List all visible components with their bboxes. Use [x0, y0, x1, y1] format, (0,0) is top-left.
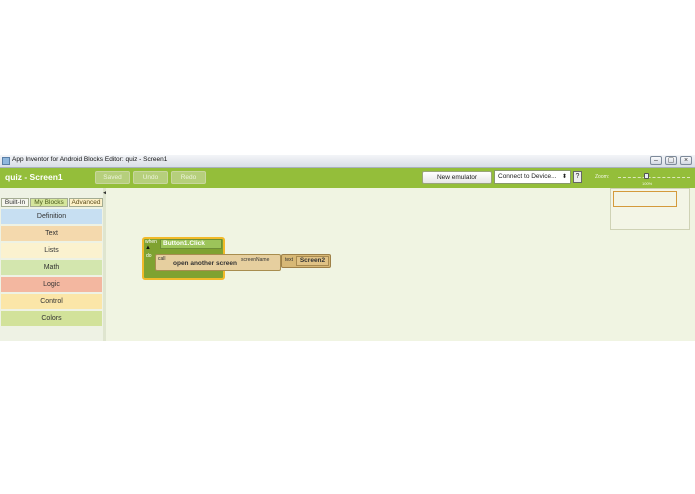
workspace-minimap[interactable]	[610, 188, 690, 230]
blocks-editor-window: App Inventor for Android Blocks Editor: …	[0, 155, 695, 341]
minimap-viewport[interactable]	[613, 191, 677, 207]
drawer-logic[interactable]: Logic	[1, 277, 102, 292]
text-value[interactable]: Screen2	[296, 256, 329, 266]
zoom-value: 100%	[642, 181, 653, 186]
call-name: open another screen	[173, 260, 237, 267]
undo-button[interactable]: Undo	[133, 171, 168, 184]
tab-advanced[interactable]: Advanced	[69, 198, 103, 207]
drawer-lists[interactable]: Lists	[1, 243, 102, 258]
event-do-label: do	[146, 253, 152, 259]
drawer-math[interactable]: Math	[1, 260, 102, 275]
window-title: App Inventor for Android Blocks Editor: …	[12, 156, 168, 163]
maximize-button[interactable]: ▢	[665, 156, 677, 165]
collapse-triangle-icon[interactable]: ▲	[145, 245, 151, 251]
project-title: quiz - Screen1	[5, 172, 63, 182]
toolbar: quiz - Screen1 Saved Undo Redo New emula…	[0, 168, 695, 188]
blocks-sidebar: Built-In My Blocks Advanced Definition T…	[0, 188, 107, 341]
chevron-updown-icon: ⬍	[561, 174, 567, 180]
close-button[interactable]: ×	[680, 156, 692, 165]
call-label: call	[158, 256, 166, 262]
app-icon	[2, 157, 10, 165]
help-button[interactable]: ?	[573, 171, 582, 183]
text-block-label: text	[285, 257, 294, 263]
redo-button[interactable]: Redo	[171, 171, 206, 184]
drawer-text[interactable]: Text	[1, 226, 102, 241]
window-titlebar: App Inventor for Android Blocks Editor: …	[0, 155, 695, 168]
zoom-slider-handle[interactable]	[644, 173, 649, 179]
param-screenname-label: screenName	[241, 257, 270, 263]
minimize-button[interactable]: –	[650, 156, 662, 165]
drawer-definition[interactable]: Definition	[1, 209, 102, 224]
connect-device-select[interactable]: Connect to Device... ⬍	[494, 170, 571, 184]
event-name[interactable]: Button1.Click	[160, 239, 222, 249]
saved-button[interactable]: Saved	[95, 171, 130, 184]
new-emulator-button[interactable]: New emulator	[422, 171, 492, 184]
zoom-label: Zoom:	[595, 174, 610, 180]
connect-device-label: Connect to Device...	[498, 173, 557, 180]
zoom-slider-track[interactable]	[618, 177, 690, 178]
tab-my-blocks[interactable]: My Blocks	[30, 198, 68, 207]
drawer-control[interactable]: Control	[1, 294, 102, 309]
tab-built-in[interactable]: Built-In	[1, 198, 29, 207]
drawer-colors[interactable]: Colors	[1, 311, 102, 326]
